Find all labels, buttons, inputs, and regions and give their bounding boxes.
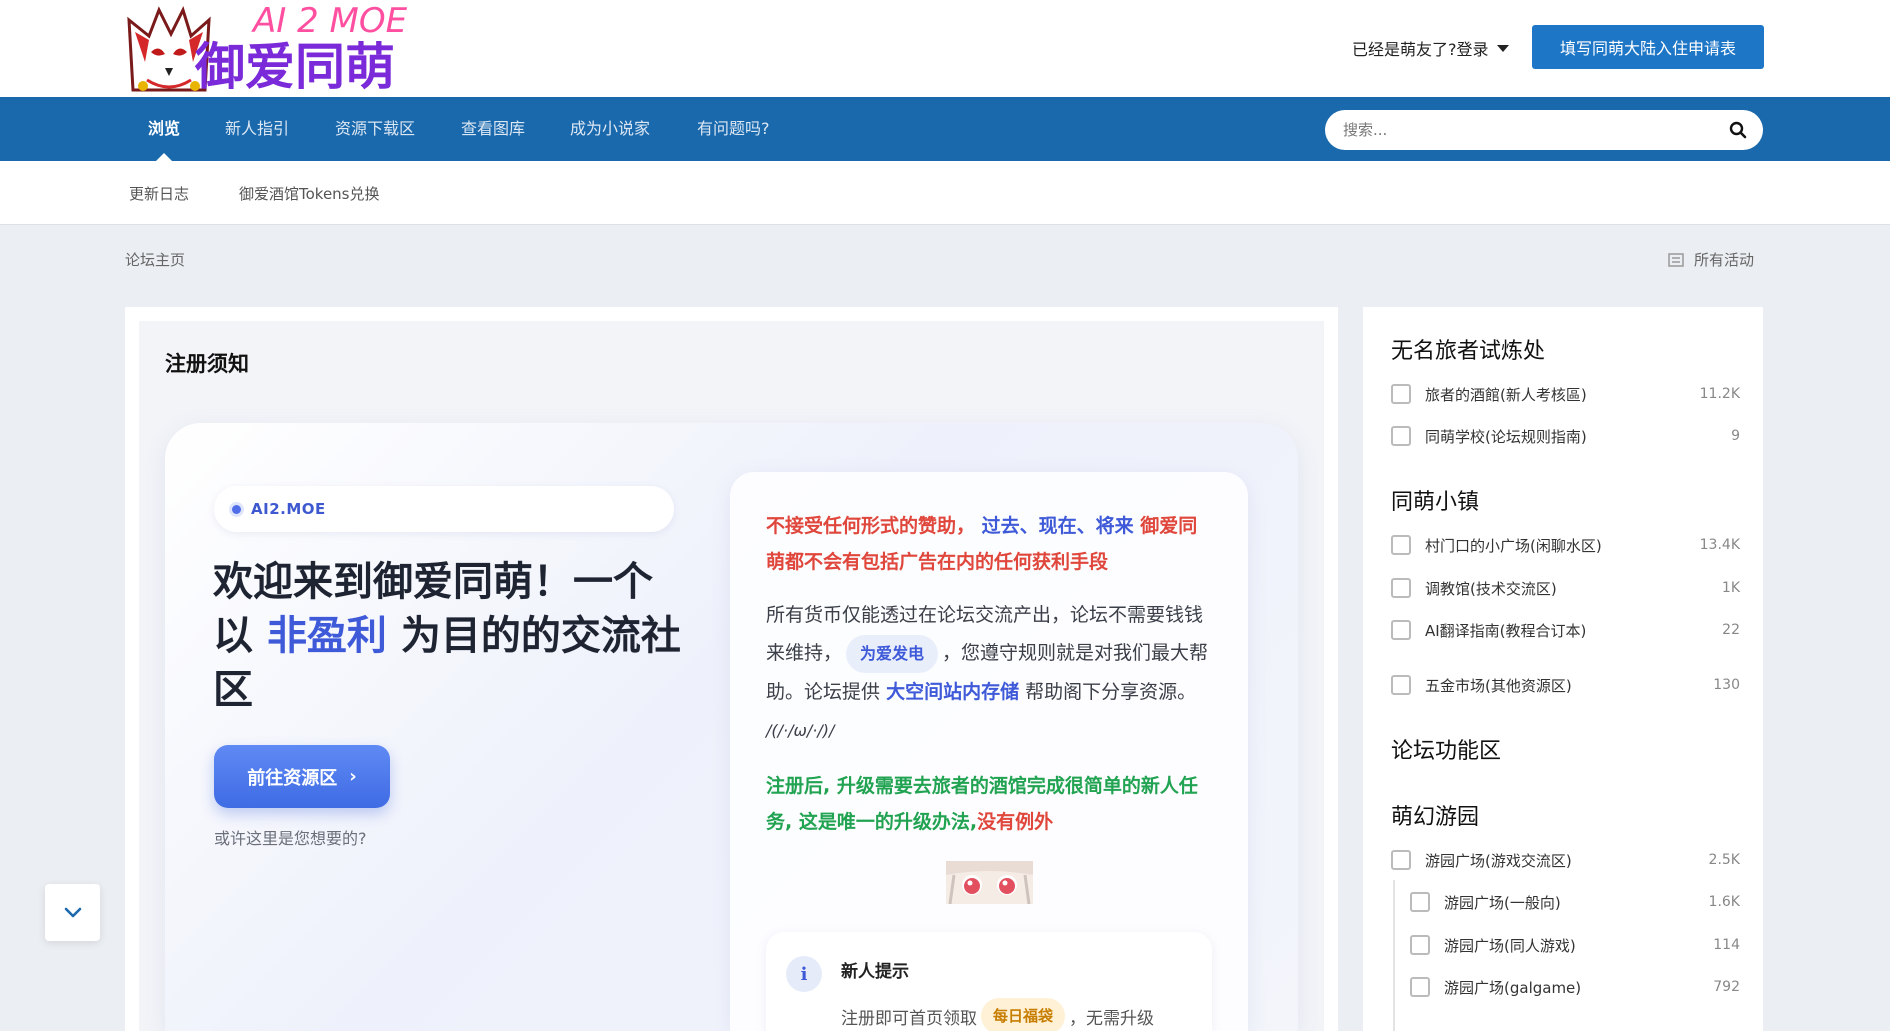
login-label: 已经是萌友了?登录 — [1352, 40, 1489, 59]
forum-count: 114 — [1713, 937, 1740, 953]
no-sponsorship-notice: 不接受任何形式的赞助， 过去、现在、将来 御爱同萌都不会有包括广告在内的任何获利… — [766, 508, 1214, 580]
apply-button[interactable]: 填写同萌大陆入住申请表 — [1532, 25, 1764, 69]
sub-nav: 更新日志 御爱酒馆Tokens兑换 — [0, 161, 1890, 225]
nav-item-novelist[interactable]: 成为小说家 — [570, 97, 650, 161]
forum-row[interactable]: 五金市场(其他资源区) 130 — [1391, 672, 1740, 698]
chevron-down-icon — [64, 907, 81, 917]
subforum-tree-line — [1393, 880, 1395, 1031]
forum-checkbox[interactable] — [1391, 384, 1411, 404]
subnav-item-changelog[interactable]: 更新日志 — [129, 183, 189, 204]
forum-count: 11.2K — [1699, 386, 1740, 402]
forum-checkbox[interactable] — [1410, 935, 1430, 955]
forum-name: 游园广场(一般向) — [1444, 893, 1561, 912]
go-resources-button[interactable]: 前往资源区 › — [214, 745, 390, 808]
tip-text-part1: 注册即可首页领取 — [841, 1008, 977, 1029]
forum-checkbox[interactable] — [1391, 675, 1411, 695]
forum-name: 游园广场(同人游戏) — [1444, 936, 1576, 955]
section-title-amusement: 萌幻游园 — [1391, 805, 1480, 830]
forum-count: 22 — [1722, 622, 1740, 638]
site-logo[interactable]: AI 2 MOE 御爱同萌 — [125, 2, 445, 94]
forum-count: 792 — [1713, 979, 1740, 995]
subforum-row[interactable]: 游园广场(一般向) 1.6K — [1410, 889, 1740, 915]
tip-text-part2: ，无需升级 — [1069, 1008, 1155, 1029]
all-activity-link[interactable]: 所有活动 — [1668, 249, 1754, 270]
hero-title: 欢迎来到御爱同萌！一个以 非盈利 为目的的交流社区 — [213, 555, 683, 717]
maybe-link[interactable]: 或许这里是您想要的? — [214, 825, 367, 849]
forum-row[interactable]: 村门口的小广场(闲聊水区) 13.4K — [1391, 532, 1740, 558]
no-exception-text: 没有例外 — [977, 811, 1054, 833]
forum-count: 1.6K — [1708, 894, 1740, 910]
kaomoji: /(/·/ω/·/)/ — [766, 720, 835, 740]
activity-icon — [1668, 252, 1684, 267]
site-badge: AI2.MOE — [214, 486, 674, 532]
site-header: AI 2 MOE 御爱同萌 已经是萌友了?登录 填写同萌大陆入住申请表 — [0, 0, 1890, 97]
chevron-right-icon: › — [349, 766, 357, 787]
search-icon[interactable] — [1729, 121, 1747, 139]
login-dropdown[interactable]: 已经是萌友了?登录 — [1352, 36, 1509, 60]
forum-name: 调教馆(技术交流区) — [1425, 579, 1557, 598]
forum-sidebar — [1363, 307, 1763, 1031]
logo-text-top: AI 2 MOE — [251, 2, 408, 41]
breadcrumb[interactable]: 论坛主页 — [125, 249, 185, 270]
forum-row[interactable]: 调教馆(技术交流区) 1K — [1391, 575, 1740, 601]
daily-bag-tag[interactable]: 每日福袋 — [981, 998, 1066, 1031]
search-input[interactable] — [1343, 110, 1713, 150]
nav-item-browse[interactable]: 浏览 — [148, 97, 180, 161]
warn-part2: 过去、现在、将来 — [981, 515, 1134, 537]
tip-text: 注册即可首页领取 每日福袋 ，无需升级 — [841, 998, 1154, 1031]
scroll-down-button[interactable] — [45, 884, 100, 941]
nav-item-newbie-guide[interactable]: 新人指引 — [225, 97, 289, 161]
badge-dot — [232, 504, 241, 514]
forum-checkbox[interactable] — [1410, 892, 1430, 912]
logo-text-main: 御爱同萌 — [194, 38, 395, 94]
forum-checkbox[interactable] — [1391, 426, 1411, 446]
forum-name: 游园广场(galgame) — [1444, 978, 1582, 997]
forum-count: 130 — [1713, 677, 1740, 693]
storage-highlight: 大空间站内存储 — [886, 680, 1020, 703]
forum-count: 9 — [1731, 428, 1740, 444]
forum-count: 1K — [1721, 580, 1740, 596]
description-text: 所有货币仅能透过在论坛交流产出，论坛不需要钱钱来维持， 为爱发电 ，您遵守规则就是对… — [766, 596, 1216, 750]
section-title-functions: 论坛功能区 — [1391, 739, 1502, 764]
subforum-row[interactable]: 游园广场(同人游戏) 114 — [1410, 932, 1740, 958]
all-activity-label: 所有活动 — [1694, 251, 1755, 269]
badge-text: AI2.MOE — [251, 500, 326, 518]
forum-name: AI翻译指南(教程合订本) — [1425, 621, 1587, 640]
go-resources-label: 前往资源区 — [247, 767, 338, 789]
forum-checkbox[interactable] — [1391, 620, 1411, 640]
forum-checkbox[interactable] — [1410, 977, 1430, 997]
forum-name: 游园广场(游戏交流区) — [1425, 851, 1572, 870]
forum-checkbox[interactable] — [1391, 578, 1411, 598]
forum-name: 五金市场(其他资源区) — [1425, 676, 1572, 695]
forum-name: 村门口的小广场(闲聊水区) — [1425, 536, 1602, 555]
forum-row[interactable]: 旅者的酒館(新人考核區) 11.2K — [1391, 381, 1740, 407]
forum-row[interactable]: 同萌学校(论坛规则指南) 9 — [1391, 423, 1740, 449]
tip-title: 新人提示 — [841, 962, 909, 982]
upgrade-notice: 注册后, 升级需要去旅者的酒馆完成很简单的新人任务, 这是唯一的升级办法,没有例… — [766, 768, 1216, 840]
forum-row[interactable]: AI翻译指南(教程合订本) 22 — [1391, 617, 1740, 643]
desc-part3: 帮助阁下分享资源。 — [1025, 680, 1197, 703]
forum-row[interactable]: 游园广场(游戏交流区) 2.5K — [1391, 847, 1740, 873]
section-title-town: 同萌小镇 — [1391, 490, 1480, 515]
forum-name: 旅者的酒館(新人考核區) — [1425, 385, 1587, 404]
search-box — [1325, 110, 1763, 150]
nav-item-gallery[interactable]: 查看图库 — [461, 97, 525, 161]
info-icon: i — [786, 956, 822, 992]
forum-checkbox[interactable] — [1391, 850, 1411, 870]
nav-item-questions[interactable]: 有问题吗? — [697, 97, 770, 161]
subnav-item-tokens[interactable]: 御爱酒馆Tokens兑换 — [239, 183, 380, 204]
forum-name: 同萌学校(论坛规则指南) — [1425, 427, 1587, 446]
panel-title: 注册须知 — [165, 352, 249, 376]
mascot-image — [946, 861, 1033, 904]
warn-part1: 不接受任何形式的赞助， — [766, 515, 976, 537]
section-title-trial: 无名旅者试炼处 — [1391, 339, 1546, 364]
hero-title-highlight: 非盈利 — [266, 613, 387, 659]
forum-count: 13.4K — [1699, 537, 1740, 553]
forum-checkbox[interactable] — [1391, 535, 1411, 555]
love-power-tag[interactable]: 为爱发电 — [846, 634, 939, 673]
forum-count: 2.5K — [1708, 852, 1740, 868]
caret-down-icon — [1496, 44, 1509, 52]
subforum-row[interactable]: 游园广场(galgame) 792 — [1410, 974, 1740, 1000]
nav-item-downloads[interactable]: 资源下载区 — [335, 97, 415, 161]
